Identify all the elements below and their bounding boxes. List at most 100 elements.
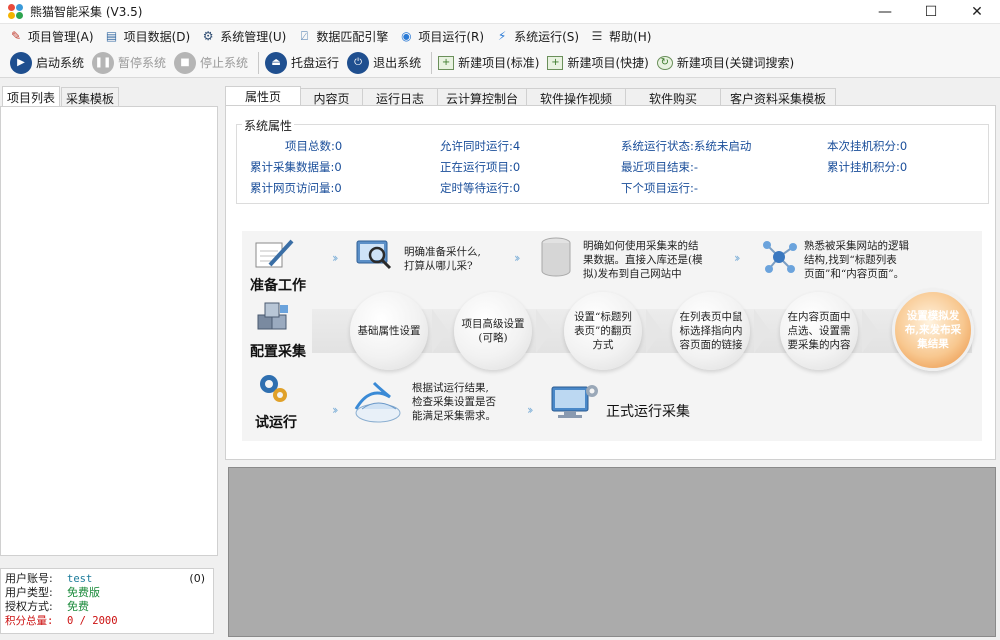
prop-session-points: 本次挂机积分:0 [827,138,907,154]
new-keyword-icon: ↻ [656,55,673,70]
user-points-row: 积分总量: 0 / 2000 [5,614,209,628]
tab-content[interactable]: 内容页 [300,88,363,106]
trial-line2: 检查采集设置是否 [412,396,496,408]
close-button[interactable]: ✕ [954,0,1000,24]
prop-label: 项目总数: [285,139,335,153]
new-project-quick-button[interactable]: + 新建项目(快捷) [545,50,654,76]
prop-value: 0 [334,139,343,153]
account-value: test [67,573,93,585]
menu-project-manage[interactable]: ✎ 项目管理(A) [6,25,102,47]
menu-system-manage[interactable]: ⚙ 系统管理(U) [198,25,294,47]
database-icon [541,237,571,277]
prop-label: 累计网页访问量: [250,181,335,195]
trial-line1: 根据试运行结果, [412,382,489,394]
project-list[interactable] [0,106,218,556]
tab-cloud-console[interactable]: 云计算控制台 [437,88,527,106]
new-project-standard-button[interactable]: + 新建项目(标准) [436,50,545,76]
band-arrow [862,309,878,353]
prop-value: - [693,160,699,174]
auth-value: 免费 [67,600,89,613]
prop-label: 最近项目结束: [621,160,694,174]
new-quick-icon: + [547,55,564,70]
play-icon: ▶ [10,51,32,74]
notepad-pen-icon [255,239,294,268]
user-account-row: 用户账号: test [5,572,209,586]
left-tabs: 项目列表 采集模板 [0,86,218,106]
title-bar: 熊猫智能采集 (V3.5) — ☐ ✕ [0,0,1000,24]
menu-label: 项目数据(D) [123,29,191,44]
step-basic-props: 基础属性设置 [350,292,428,370]
tab-customer-template[interactable]: 客户资料采集模板 [720,88,836,106]
project-manage-icon: ✎ [10,29,22,43]
pause-system-button[interactable]: ❚❚ 暂停系统 [90,50,172,76]
maximize-button[interactable]: ☐ [908,0,954,24]
step-link-select: 在列表页中鼠标选择指向内容页面的链接 [672,292,750,370]
tab-run-log[interactable]: 运行日志 [362,88,438,106]
prop-value: 0 [512,181,521,195]
exit-system-button[interactable]: ⏻ 退出系统 [345,50,427,76]
menu-project-run[interactable]: ◉ 项目运行(R) [396,25,492,47]
prop-label: 累计挂机积分: [827,160,900,174]
pause-system-label: 暂停系统 [118,56,167,70]
data-match-icon: ⍁ [300,28,308,43]
step1-line2: 打算从哪儿采? [404,260,473,272]
menu-help[interactable]: ☰ 帮助(H) [587,25,659,47]
menu-system-run[interactable]: ⚡ 系统运行(S) [492,25,587,47]
tab-project-list[interactable]: 项目列表 [2,86,61,106]
project-run-icon: ◉ [401,29,412,43]
tray-icon: ⏏ [265,51,288,74]
stage-config: 配置采集 [250,344,306,360]
project-data-icon: ▤ [105,29,118,43]
system-manage-icon: ⚙ [202,29,214,43]
trial-line3: 能满足采集需求。 [412,410,496,422]
menu-label: 系统运行(S) [514,29,580,44]
step-advanced: 项目高级设置(可略) [454,292,532,370]
window-title: 熊猫智能采集 (V3.5) [30,5,143,19]
menu-data-match[interactable]: ⍁ 数据匹配引擎 [294,25,396,47]
step2-line3: 拟)发布到自己网站中 [583,268,682,280]
prop-scheduled-waiting: 定时等待运行:0 [440,180,520,196]
tab-properties[interactable]: 属性页 [225,86,301,106]
tab-purchase[interactable]: 软件购买 [625,88,721,106]
step2-line2: 果数据。直接入库还是(模 [583,254,703,266]
minimize-button[interactable]: — [862,0,908,24]
menu-project-data[interactable]: ▤ 项目数据(D) [102,25,199,47]
tab-collect-template[interactable]: 采集模板 [61,87,120,106]
toolbar-separator [258,51,260,74]
chevron-right-icon: ›› [527,403,533,417]
step1-line1: 明确准备采什么, [404,246,481,258]
prop-label: 系统运行状态: [621,139,694,153]
app-logo-icon [8,3,24,20]
config-cubes-icon [257,302,288,330]
new-project-keyword-button[interactable]: ↻ 新建项目(关键词搜索) [655,50,800,76]
stop-system-button[interactable]: ■ 停止系统 [172,50,254,76]
menu-bar: ✎ 项目管理(A) ▤ 项目数据(D) ⚙ 系统管理(U) ⍁ 数据匹配引擎 ◉… [0,24,1000,48]
chevron-right-icon: ›› [734,251,740,265]
main-tabs: 属性页 内容页 运行日志 云计算控制台 软件操作视频 软件购买 客户资料采集模板 [225,86,836,106]
step-publish: 设置模拟发布,来发布采集结果 [892,289,974,371]
start-system-button[interactable]: ▶ 启动系统 [8,50,90,76]
workflow-diagram: 准备工作 ›› 明确准备采什么, 打算从哪儿采? ›› 明确如何使用采集来的结 … [242,231,982,441]
mail-check-icon [354,381,401,423]
toolbar: ▶ 启动系统 ❚❚ 暂停系统 ■ 停止系统 ⏏ 托盘运行 ⏻ 退出系统 + 新建… [0,48,1000,78]
band-arrow [754,309,770,353]
formal-run: 正式运行采集 [606,404,690,420]
properties-page: 系统属性 项目总数:0 允许同时运行:4 系统运行状态:系统未启动 本次挂机积分… [225,105,996,460]
prop-label: 累计采集数据量: [250,160,335,174]
step-pagination-label: 设置“标题列表页”的翻页方式 [574,311,632,351]
stop-icon: ■ [174,51,197,74]
step-pagination: 设置“标题列表页”的翻页方式 [564,292,642,370]
tray-run-button[interactable]: ⏏ 托盘运行 [263,50,345,76]
step-advanced-label: 项目高级设置(可略) [461,318,525,344]
prop-total-points: 累计挂机积分:0 [827,159,907,175]
step-basic-props-label: 基础属性设置 [357,325,421,337]
stage-trial: 试运行 [255,415,297,431]
step3-line2: 结构,找到“标题列表 [804,254,897,266]
system-props-title: 系统属性 [242,117,295,134]
prop-last-finished: 最近项目结束:- [621,159,698,175]
prop-value: 系统未启动 [693,139,752,153]
tab-video[interactable]: 软件操作视频 [526,88,626,106]
prop-total-visits: 累计网页访问量:0 [250,180,342,196]
points-value: 0 / 2000 [67,615,118,627]
exit-system-label: 退出系统 [373,56,422,70]
